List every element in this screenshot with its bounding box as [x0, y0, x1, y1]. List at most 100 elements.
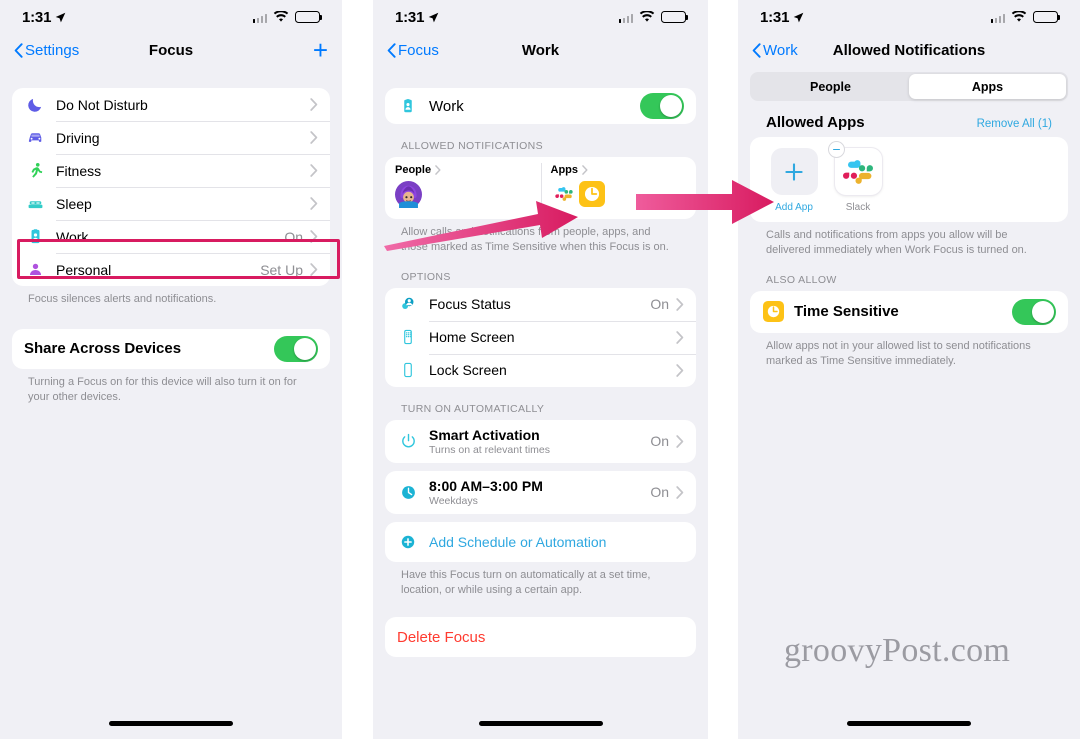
- time-sensitive-row[interactable]: Time Sensitive: [750, 291, 1068, 333]
- focus-row-fitness[interactable]: Fitness: [12, 154, 330, 187]
- people-apps-segmented-control[interactable]: People Apps: [750, 72, 1068, 101]
- focus-row-personal[interactable]: Personal Set Up: [12, 253, 330, 286]
- apps-tile[interactable]: Apps: [540, 157, 697, 219]
- id-badge-icon: [397, 95, 419, 117]
- status-bar: 1:31: [373, 0, 708, 34]
- lock-screen-icon: [397, 359, 419, 381]
- plus-icon: [785, 162, 803, 181]
- chevron-left-icon: [387, 42, 396, 58]
- back-button-focus[interactable]: Focus: [387, 42, 439, 59]
- chevron-left-icon: [752, 42, 761, 58]
- add-schedule-card: Add Schedule or Automation: [385, 521, 696, 562]
- option-row-label: Lock Screen: [429, 362, 507, 379]
- time-sensitive-clock-icon: [762, 301, 784, 323]
- focus-list-footnote: Focus silences alerts and notifications.: [28, 293, 217, 305]
- nav-bar: Focus Work: [373, 34, 708, 66]
- segment-apps[interactable]: Apps: [909, 74, 1066, 99]
- focus-row-value: On: [284, 228, 303, 245]
- wifi-icon: [1011, 11, 1027, 22]
- status-bar: 1:31: [738, 0, 1080, 34]
- chevron-right-icon: [310, 98, 318, 111]
- slack-icon: [550, 181, 577, 207]
- back-button-settings[interactable]: Settings: [14, 42, 79, 59]
- smart-activation-card: Smart Activation Turns on at relevant ti…: [385, 419, 696, 463]
- minus-badge-icon[interactable]: [828, 142, 844, 157]
- schedule-card: 8:00 AM–3:00 PM Weekdays On: [385, 470, 696, 514]
- battery-icon: [1033, 11, 1061, 23]
- add-app-button[interactable]: [770, 148, 818, 195]
- add-schedule-row[interactable]: Add Schedule or Automation: [385, 522, 696, 562]
- focus-list-card: Do Not Disturb Driving Fitness Sleep Wor…: [12, 88, 330, 286]
- option-row-home-screen[interactable]: Home Screen: [385, 320, 696, 354]
- options-header: OPTIONS: [401, 270, 451, 283]
- time-sensitive-card: Time Sensitive: [750, 290, 1068, 333]
- panel1-content: Do Not Disturb Driving Fitness Sleep Wor…: [0, 66, 342, 405]
- option-row-label: Home Screen: [429, 329, 515, 346]
- apps-tile-icons: [550, 181, 687, 207]
- focus-row-do-not-disturb[interactable]: Do Not Disturb: [12, 88, 330, 121]
- automation-row-smart-activation[interactable]: Smart Activation Turns on at relevant ti…: [385, 420, 696, 463]
- bed-icon: [24, 193, 46, 215]
- chevron-right-icon: [310, 230, 318, 243]
- work-focus-master-row[interactable]: Work: [385, 88, 696, 124]
- battery-icon: [661, 11, 689, 23]
- back-button-label: Settings: [25, 41, 80, 59]
- time-sensitive-label: Time Sensitive: [794, 303, 899, 321]
- focus-row-driving[interactable]: Driving: [12, 121, 330, 154]
- apps-tile-caption: Apps: [551, 164, 687, 176]
- allowed-apps-header: Allowed Apps Remove All (1): [750, 101, 1068, 137]
- add-focus-button[interactable]: +: [313, 37, 328, 63]
- app-cell-slack[interactable]: Slack: [828, 142, 884, 213]
- moon-icon: [24, 94, 46, 116]
- share-across-devices-row[interactable]: Share Across Devices: [12, 329, 330, 369]
- add-schedule-label: Add Schedule or Automation: [429, 533, 607, 550]
- clock-icon: [397, 481, 419, 503]
- status-bar-indicators: [990, 11, 1061, 23]
- focus-row-sleep[interactable]: Sleep: [12, 187, 330, 220]
- status-bar-time-group: 1:31: [22, 9, 66, 26]
- focus-row-work[interactable]: Work On: [12, 220, 330, 253]
- status-bar-indicators: [252, 11, 323, 23]
- status-bar-time: 1:31: [22, 8, 52, 26]
- delete-focus-row[interactable]: Delete Focus: [385, 617, 696, 657]
- status-bar-indicators: [618, 11, 689, 23]
- segment-people[interactable]: People: [752, 74, 909, 99]
- option-row-label: Focus Status: [429, 296, 511, 313]
- focus-row-label: Work: [56, 228, 89, 245]
- also-allow-header: ALSO ALLOW: [766, 273, 837, 286]
- running-person-icon: [24, 160, 46, 182]
- back-button-work[interactable]: Work: [752, 42, 798, 59]
- focus-status-icon: [397, 293, 419, 315]
- automation-row-label: 8:00 AM–3:00 PM: [429, 477, 543, 494]
- app-cell-add-app[interactable]: Add App: [768, 148, 820, 213]
- focus-row-label: Do Not Disturb: [56, 96, 148, 113]
- status-bar: 1:31: [0, 0, 342, 34]
- home-indicator: [847, 721, 971, 726]
- slack-icon: [843, 159, 873, 184]
- time-sensitive-clock-icon: [578, 181, 605, 207]
- slack-app-tile[interactable]: [828, 142, 882, 195]
- status-bar-time: 1:31: [760, 8, 790, 26]
- panel3-content: Allowed Apps Remove All (1) Add App Slac…: [738, 101, 1080, 368]
- option-row-value: On: [650, 296, 669, 313]
- nav-bar: Work Allowed Notifications: [738, 34, 1080, 66]
- cellular-bars-icon: [618, 12, 633, 23]
- allowed-notifications-header: ALLOWED NOTIFICATIONS: [401, 140, 543, 152]
- automation-row-text: Smart Activation Turns on at relevant ti…: [429, 427, 550, 456]
- work-focus-master-toggle[interactable]: [640, 93, 684, 119]
- delete-focus-card: Delete Focus: [385, 617, 696, 658]
- share-across-devices-toggle[interactable]: [274, 335, 318, 362]
- chevron-right-icon: [435, 165, 441, 175]
- location-arrow-icon: [793, 12, 804, 22]
- delete-focus-label: Delete Focus: [397, 628, 486, 646]
- automation-row-schedule[interactable]: 8:00 AM–3:00 PM Weekdays On: [385, 471, 696, 514]
- cellular-bars-icon: [990, 12, 1005, 23]
- chevron-right-icon: [310, 164, 318, 177]
- option-row-focus-status[interactable]: Focus Status On: [385, 288, 696, 321]
- option-row-lock-screen[interactable]: Lock Screen: [385, 353, 696, 387]
- remove-all-button[interactable]: Remove All (1): [977, 118, 1052, 130]
- time-sensitive-toggle[interactable]: [1012, 298, 1056, 325]
- apps-tile-label: Apps: [550, 164, 579, 176]
- time-sensitive-footnote: Allow apps not in your allowed list to s…: [766, 339, 1031, 367]
- people-tile[interactable]: People: [385, 157, 541, 219]
